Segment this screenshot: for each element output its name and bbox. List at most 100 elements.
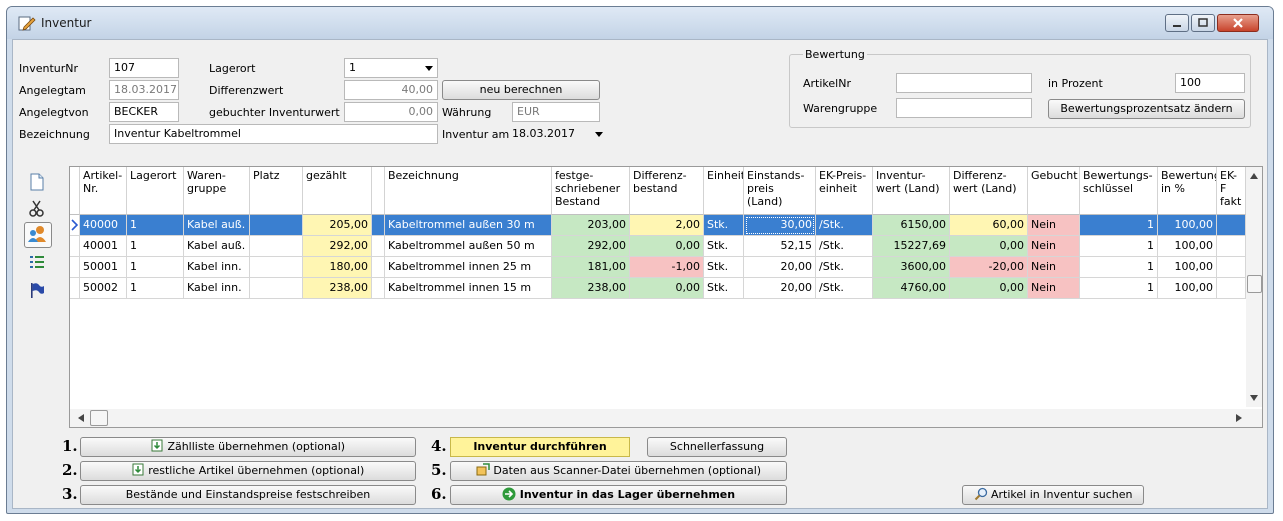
cell-einstandspreis[interactable]: 52,15 [744,236,816,257]
cell-gezaehlt[interactable]: 180,00 [303,257,372,278]
close-button[interactable] [1217,14,1259,32]
column-header-gezaehlt[interactable]: gezählt [303,167,372,215]
inventur-durchfuehren-button[interactable]: Inventur durchführen [450,437,630,457]
cell-differenzbestand[interactable]: 0,00 [630,236,704,257]
scroll-right-icon[interactable] [1236,414,1242,422]
cell-differenzbestand[interactable]: 2,00 [630,215,704,236]
row-indicator[interactable] [70,215,80,236]
cell-platz[interactable] [250,278,303,299]
scissors-icon[interactable] [27,198,47,218]
horizontal-scroll-thumb[interactable] [90,410,108,426]
column-header-einstandspreis[interactable]: Einstands-preis (Land) [744,167,816,215]
column-header-bewertungsschluessel[interactable]: Bewertungs-schlüssel [1080,167,1158,215]
cell-einheit[interactable]: Stk. [704,278,744,299]
cell-differenzbestand[interactable]: 0,00 [630,278,704,299]
vertical-scrollbar[interactable] [1246,167,1262,407]
cell-ek-preiseinheit[interactable]: /Stk. [816,278,873,299]
new-document-icon[interactable] [27,172,47,192]
cell-differenzwert[interactable]: 0,00 [950,278,1028,299]
cell-gezaehlt[interactable]: 238,00 [303,278,372,299]
minimize-button[interactable] [1165,14,1189,32]
cell-gebucht[interactable]: Nein [1028,278,1080,299]
cell-artikel-nr[interactable]: 50002 [80,278,127,299]
cell-platz[interactable] [250,257,303,278]
cell-platz[interactable] [250,236,303,257]
artikel-suchen-button[interactable]: Artikel in Inventur suchen [962,485,1144,505]
cell-bezeichnung[interactable]: Kabeltrommel außen 30 m [385,215,552,236]
cell-ek-faktor[interactable] [1217,278,1246,299]
cell-warengruppe[interactable]: Kabel auß. [184,236,250,257]
column-header-differenzwert[interactable]: Differenz-wert (Land) [950,167,1028,215]
row-indicator[interactable] [70,278,80,299]
cell-ek-faktor[interactable] [1217,236,1246,257]
scroll-left-icon[interactable] [78,414,84,422]
column-header-gebucht[interactable]: Gebucht [1028,167,1080,215]
schnellerfassung-button[interactable]: Schnellerfassung [647,437,787,457]
cell-einheit[interactable]: Stk. [704,257,744,278]
cell-lagerort[interactable]: 1 [127,236,184,257]
cell-spacer[interactable] [372,236,385,257]
cell-einstandspreis[interactable]: 20,00 [744,257,816,278]
column-header-warengruppe[interactable]: Waren-gruppe [184,167,250,215]
cell-einstandspreis[interactable]: 30,00 [744,215,816,236]
column-header-lagerort[interactable]: Lagerort [127,167,184,215]
cell-bezeichnung[interactable]: Kabeltrommel außen 50 m [385,236,552,257]
cell-bewertung-prozent[interactable]: 100,00 [1158,215,1217,236]
cell-gezaehlt[interactable]: 292,00 [303,236,372,257]
restliche-artikel-button[interactable]: restliche Artikel übernehmen (optional) [80,461,416,481]
bewertungsprozentsatz-aendern-button[interactable]: Bewertungsprozentsatz ändern [1048,99,1245,119]
cell-bezeichnung[interactable]: Kabeltrommel innen 15 m [385,278,552,299]
festschreiben-button[interactable]: Bestände und Einstandspreise festschreib… [80,485,416,505]
column-header-ek-faktor[interactable]: EK-F fakt [1217,167,1246,215]
gebuchter-inventurwert-field[interactable]: 0,00 [344,102,438,122]
neu-berechnen-button[interactable]: neu berechnen [442,80,600,100]
cell-ek-preiseinheit[interactable]: /Stk. [816,215,873,236]
cell-gebucht[interactable]: Nein [1028,257,1080,278]
cell-warengruppe[interactable]: Kabel auß. [184,215,250,236]
cell-bewertung-prozent[interactable]: 100,00 [1158,236,1217,257]
bewertung-warengruppe-field[interactable] [896,98,1032,118]
cell-differenzwert[interactable]: -20,00 [950,257,1028,278]
zaehlliste-uebernehmen-button[interactable]: Zählliste übernehmen (optional) [80,437,416,457]
column-header-festgeschriebener-bestand[interactable]: festge-schriebener Bestand [552,167,630,215]
column-header-inventurwert[interactable]: Inventur-wert (Land) [873,167,950,215]
vertical-scroll-thumb[interactable] [1247,275,1262,293]
angelegtam-field[interactable]: 18.03.2017 [109,80,179,100]
cell-warengruppe[interactable]: Kabel inn. [184,257,250,278]
cell-gebucht[interactable]: Nein [1028,215,1080,236]
inventur-uebernehmen-button[interactable]: Inventur in das Lager übernehmen [450,485,787,505]
cell-bewertung-prozent[interactable]: 100,00 [1158,257,1217,278]
cell-festgeschriebener-bestand[interactable]: 203,00 [552,215,630,236]
inventur-am-datepicker[interactable]: 18.03.2017 [512,124,607,144]
horizontal-scrollbar[interactable] [70,409,1262,427]
inventurnr-field[interactable]: 107 [109,58,179,78]
column-header-artikel-nr[interactable]: Artikel- Nr. [80,167,127,215]
cell-ek-preiseinheit[interactable]: /Stk. [816,257,873,278]
scanner-datei-button[interactable]: Daten aus Scanner-Datei übernehmen (opti… [450,461,787,481]
angelegtvon-field[interactable]: BECKER [109,102,179,122]
cell-warengruppe[interactable]: Kabel inn. [184,278,250,299]
cell-artikel-nr[interactable]: 50001 [80,257,127,278]
bewertung-artikelnr-field[interactable] [896,73,1032,93]
in-prozent-field[interactable]: 100 [1175,73,1245,93]
cell-inventurwert[interactable]: 6150,00 [873,215,950,236]
cell-artikel-nr[interactable]: 40000 [80,215,127,236]
column-header-bezeichnung[interactable]: Bezeichnung [385,167,552,215]
cell-gebucht[interactable]: Nein [1028,236,1080,257]
column-header-bewertung-prozent[interactable]: Bewertung in % [1158,167,1217,215]
flag-icon[interactable] [27,280,47,300]
row-indicator[interactable] [70,257,80,278]
cell-inventurwert[interactable]: 15227,69 [873,236,950,257]
scroll-down-icon[interactable] [1250,395,1258,401]
cell-festgeschriebener-bestand[interactable]: 181,00 [552,257,630,278]
cell-bewertungsschluessel[interactable]: 1 [1080,215,1158,236]
cell-lagerort[interactable]: 1 [127,278,184,299]
scroll-up-icon[interactable] [1250,173,1258,179]
column-header-ek-preiseinheit[interactable]: EK-Preis-einheit [816,167,873,215]
column-header-platz[interactable]: Platz [250,167,303,215]
cell-differenzwert[interactable]: 0,00 [950,236,1028,257]
waehrung-field[interactable]: EUR [512,102,600,122]
bezeichnung-field[interactable]: Inventur Kabeltrommel [109,124,438,144]
cell-platz[interactable] [250,215,303,236]
cell-inventurwert[interactable]: 4760,00 [873,278,950,299]
